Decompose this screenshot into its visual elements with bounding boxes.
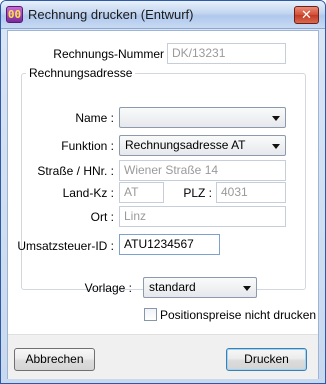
vorlage-label: Vorlage : (84, 281, 132, 295)
drucken-button[interactable]: Drucken (226, 348, 307, 371)
app-icon: 00 (6, 6, 23, 23)
name-dropdown[interactable] (119, 107, 286, 128)
rechnungsnummer-label: Rechnungs-Nummer (53, 47, 164, 61)
dialog-window: 00 Rechnung drucken (Entwurf) ✕ Rechnung… (0, 0, 326, 384)
funktion-label: Funktion : (61, 139, 114, 153)
landkz-label: Land-Kz : (62, 186, 114, 200)
vorlage-dropdown-value: standard (149, 280, 196, 294)
positionspreise-checkbox[interactable] (144, 308, 157, 321)
chevron-down-icon (243, 286, 251, 291)
ort-label: Ort : (90, 210, 114, 224)
plz-label: PLZ : (183, 186, 212, 200)
strasse-field[interactable]: Wiener Straße 14 (119, 160, 286, 181)
dialog-body: Rechnungs-Nummer DK/13231 Rechnungsadres… (7, 30, 319, 379)
name-label: Name : (75, 111, 114, 125)
funktion-dropdown-value: Rechnungsadresse AT (125, 138, 246, 152)
rechnungsadresse-group-title: Rechnungsadresse (26, 66, 136, 80)
funktion-dropdown[interactable]: Rechnungsadresse AT (119, 135, 286, 156)
chevron-down-icon (272, 116, 280, 121)
rechnungsnummer-field[interactable]: DK/13231 (167, 43, 286, 64)
landkz-field[interactable]: AT (119, 182, 164, 203)
button-bar: Abbrechen Drucken (8, 334, 318, 379)
ust-field[interactable]: ATU1234567 (119, 234, 220, 255)
abbrechen-button[interactable]: Abbrechen (14, 348, 95, 371)
strasse-label: Straße / HNr. : (37, 164, 114, 178)
window-title: Rechnung drucken (Entwurf) (28, 7, 194, 22)
title-bar[interactable]: 00 Rechnung drucken (Entwurf) ✕ (1, 1, 325, 29)
close-button[interactable]: ✕ (294, 6, 319, 24)
ust-label: Umsatzsteuer-ID : (17, 239, 114, 253)
positionspreise-label[interactable]: Positionspreise nicht drucken (160, 308, 316, 322)
vorlage-dropdown[interactable]: standard (143, 277, 257, 298)
ort-field[interactable]: Linz (119, 206, 286, 227)
plz-field[interactable]: 4031 (216, 182, 286, 203)
chevron-down-icon (272, 144, 280, 149)
